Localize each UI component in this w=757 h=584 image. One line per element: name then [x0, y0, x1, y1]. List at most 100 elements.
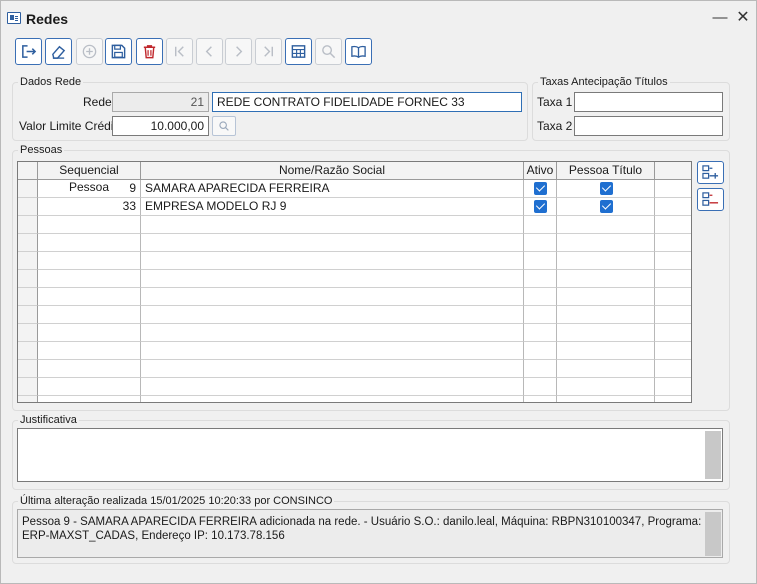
empty-cell[interactable]	[38, 396, 141, 402]
save-button[interactable]	[105, 38, 132, 65]
empty-cell[interactable]	[655, 234, 691, 252]
empty-cell[interactable]	[557, 270, 655, 288]
empty-cell[interactable]	[524, 270, 557, 288]
empty-cell[interactable]	[655, 342, 691, 360]
table-cell[interactable]	[655, 180, 691, 198]
empty-cell[interactable]	[141, 216, 524, 234]
empty-cell[interactable]	[557, 360, 655, 378]
empty-cell[interactable]	[38, 234, 141, 252]
empty-cell[interactable]	[655, 396, 691, 402]
limite-lookup-button[interactable]	[212, 116, 236, 136]
table-cell[interactable]: 33	[38, 198, 141, 216]
table-cell[interactable]	[524, 180, 557, 198]
table-cell[interactable]: EMPRESA MODELO RJ 9	[141, 198, 524, 216]
first-button[interactable]	[166, 38, 193, 65]
empty-cell[interactable]	[38, 306, 141, 324]
justificativa-scrollbar[interactable]	[705, 431, 721, 479]
column-header[interactable]: Ativo	[524, 162, 557, 180]
empty-cell[interactable]	[655, 216, 691, 234]
prev-button[interactable]	[196, 38, 223, 65]
empty-cell[interactable]	[38, 342, 141, 360]
pessoa-titulo-checkbox[interactable]	[600, 182, 613, 195]
add-button[interactable]	[76, 38, 103, 65]
rede-code-field[interactable]: 21	[112, 92, 209, 112]
empty-cell[interactable]	[141, 378, 524, 396]
remove-row-button[interactable]	[697, 188, 724, 211]
ativo-checkbox[interactable]	[534, 200, 547, 213]
empty-cell[interactable]	[655, 288, 691, 306]
empty-cell[interactable]	[557, 378, 655, 396]
minimize-button[interactable]: —	[709, 7, 731, 29]
empty-cell[interactable]	[141, 288, 524, 306]
empty-cell[interactable]	[557, 306, 655, 324]
pessoa-titulo-checkbox[interactable]	[600, 200, 613, 213]
table-cell[interactable]: 9	[38, 180, 141, 198]
column-header[interactable]: Nome/Razão Social	[141, 162, 524, 180]
last-button[interactable]	[255, 38, 282, 65]
empty-cell[interactable]	[655, 306, 691, 324]
empty-cell[interactable]	[141, 342, 524, 360]
empty-cell[interactable]	[141, 252, 524, 270]
empty-cell[interactable]	[141, 270, 524, 288]
empty-cell[interactable]	[38, 324, 141, 342]
empty-cell[interactable]	[141, 396, 524, 402]
table-cell[interactable]	[557, 198, 655, 216]
empty-cell[interactable]	[524, 288, 557, 306]
empty-cell[interactable]	[524, 306, 557, 324]
search-button[interactable]	[315, 38, 342, 65]
empty-cell[interactable]	[38, 216, 141, 234]
table-cell[interactable]: SAMARA APARECIDA FERREIRA	[141, 180, 524, 198]
table-cell[interactable]	[655, 198, 691, 216]
first-icon	[175, 46, 184, 57]
empty-cell[interactable]	[38, 252, 141, 270]
empty-cell[interactable]	[38, 288, 141, 306]
empty-cell[interactable]	[141, 234, 524, 252]
justificativa-label: Justificativa	[18, 414, 79, 426]
next-button[interactable]	[225, 38, 252, 65]
clear-button[interactable]	[45, 38, 72, 65]
empty-cell[interactable]	[557, 252, 655, 270]
empty-cell[interactable]	[38, 378, 141, 396]
empty-cell[interactable]	[655, 378, 691, 396]
empty-cell[interactable]	[141, 306, 524, 324]
justificativa-textarea[interactable]	[17, 428, 723, 482]
help-button[interactable]	[345, 38, 372, 65]
empty-cell[interactable]	[557, 396, 655, 402]
empty-cell[interactable]	[524, 378, 557, 396]
empty-cell[interactable]	[557, 234, 655, 252]
empty-cell[interactable]	[38, 270, 141, 288]
taxa1-field[interactable]	[574, 92, 723, 112]
empty-cell[interactable]	[38, 360, 141, 378]
empty-cell[interactable]	[557, 342, 655, 360]
table-cell[interactable]	[524, 198, 557, 216]
empty-cell[interactable]	[557, 324, 655, 342]
empty-cell[interactable]	[655, 324, 691, 342]
column-header[interactable]: Pessoa Título	[557, 162, 655, 180]
empty-cell[interactable]	[557, 288, 655, 306]
empty-cell[interactable]	[524, 216, 557, 234]
close-button[interactable]: ✕	[732, 7, 754, 29]
empty-cell[interactable]	[655, 252, 691, 270]
empty-cell[interactable]	[524, 234, 557, 252]
empty-cell[interactable]	[524, 360, 557, 378]
empty-cell[interactable]	[524, 396, 557, 402]
delete-button[interactable]	[136, 38, 163, 65]
ativo-checkbox[interactable]	[534, 182, 547, 195]
limite-credito-field[interactable]: 10.000,00	[112, 116, 209, 136]
empty-cell[interactable]	[141, 324, 524, 342]
add-row-button[interactable]	[697, 161, 724, 184]
log-scrollbar[interactable]	[705, 512, 721, 556]
empty-cell[interactable]	[655, 360, 691, 378]
empty-cell[interactable]	[557, 216, 655, 234]
grid-button[interactable]	[285, 38, 312, 65]
empty-cell[interactable]	[524, 342, 557, 360]
empty-cell[interactable]	[141, 360, 524, 378]
column-header[interactable]: Sequencial Pessoa	[38, 162, 141, 194]
table-cell[interactable]	[557, 180, 655, 198]
exit-button[interactable]	[15, 38, 42, 65]
empty-cell[interactable]	[524, 324, 557, 342]
empty-cell[interactable]	[655, 270, 691, 288]
taxa2-field[interactable]	[574, 116, 723, 136]
empty-cell[interactable]	[524, 252, 557, 270]
rede-name-field[interactable]: REDE CONTRATO FIDELIDADE FORNEC 33	[212, 92, 522, 112]
